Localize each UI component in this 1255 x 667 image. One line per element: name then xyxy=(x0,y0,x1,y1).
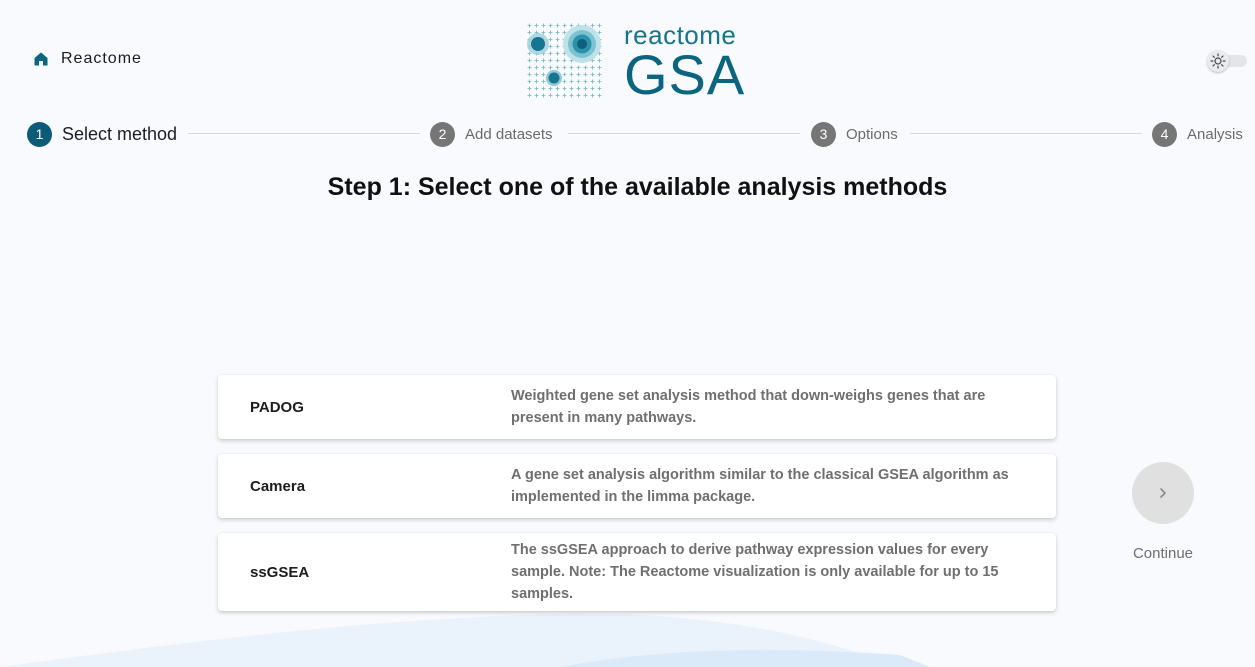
method-description: A gene set analysis algorithm similar to… xyxy=(511,467,1009,505)
method-name: ssGSEA xyxy=(250,563,310,581)
app-header: Reactome reactome GSA xyxy=(0,0,1255,110)
method-card-camera[interactable]: Camera A gene set analysis algorithm sim… xyxy=(218,454,1056,518)
home-link[interactable]: Reactome xyxy=(33,50,142,68)
step-options[interactable]: 3 Options xyxy=(811,120,898,148)
continue-label: Continue xyxy=(1132,545,1194,562)
toggle-knob xyxy=(1207,50,1229,72)
home-icon xyxy=(34,52,48,66)
step-label: Analysis xyxy=(1187,125,1243,143)
method-description: Weighted gene set analysis method that d… xyxy=(511,388,986,426)
method-name: PADOG xyxy=(250,398,304,416)
step-add-datasets[interactable]: 2 Add datasets xyxy=(430,120,553,148)
sun-icon xyxy=(1210,53,1226,69)
stepper: 1 Select method 2 Add datasets 3 Options… xyxy=(0,120,1255,148)
home-label: Reactome xyxy=(61,50,142,67)
reactome-gsa-logo: reactome GSA xyxy=(526,22,751,106)
chevron-right-icon xyxy=(1160,488,1166,498)
theme-toggle[interactable] xyxy=(1207,50,1247,72)
step-select-method[interactable]: 1 Select method xyxy=(27,120,177,148)
continue-button[interactable] xyxy=(1132,462,1194,524)
logo-text-gsa: GSA xyxy=(624,43,746,106)
method-description: The ssGSEA approach to derive pathway ex… xyxy=(511,542,999,602)
step-label: Options xyxy=(846,125,898,143)
step-analysis[interactable]: 4 Analysis xyxy=(1152,120,1243,148)
method-name: Camera xyxy=(250,477,306,495)
step-number: 2 xyxy=(430,121,455,147)
step-number: 1 xyxy=(27,121,52,147)
step-label: Select method xyxy=(62,123,178,144)
method-card-padog[interactable]: PADOG Weighted gene set analysis method … xyxy=(218,375,1056,439)
logo-dots-graphic xyxy=(526,22,602,98)
method-card-ssgsea[interactable]: ssGSEA The ssGSEA approach to derive pat… xyxy=(218,533,1056,611)
step-label: Add datasets xyxy=(465,125,553,143)
step-number: 4 xyxy=(1152,121,1177,147)
step-number: 3 xyxy=(811,121,836,147)
page-title: Step 1: Select one of the available anal… xyxy=(327,173,948,201)
